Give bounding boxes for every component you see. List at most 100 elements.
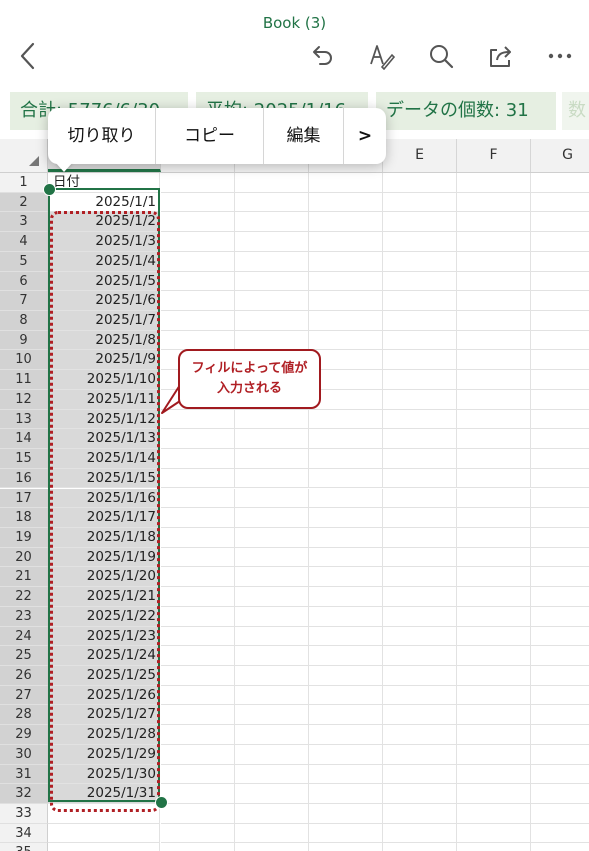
draw-button[interactable] — [366, 40, 398, 72]
empty-cell[interactable] — [235, 192, 309, 213]
empty-cell[interactable] — [383, 744, 457, 765]
column-header-g[interactable]: G — [531, 139, 589, 172]
empty-cell[interactable] — [383, 843, 457, 851]
empty-cell[interactable] — [161, 468, 235, 489]
empty-cell[interactable] — [383, 429, 457, 450]
empty-cell[interactable] — [457, 291, 531, 311]
date-cell[interactable]: 2025/1/16 — [48, 488, 160, 509]
next-chip[interactable]: 数 — [562, 92, 589, 130]
date-cell[interactable]: 2025/1/5 — [48, 271, 160, 292]
empty-cell[interactable] — [309, 606, 383, 627]
empty-cell[interactable] — [309, 527, 383, 548]
spreadsheet-grid[interactable]: E F G 1 日付 2 2025/1/1 3 2025/1/2 4 2025/1/3 5 202… — [0, 139, 589, 851]
empty-cell[interactable] — [383, 547, 457, 568]
row-header[interactable]: 9 — [0, 330, 48, 351]
empty-cell[interactable] — [235, 508, 309, 528]
empty-cell[interactable] — [383, 449, 457, 469]
empty-cell[interactable] — [383, 488, 457, 509]
empty-cell[interactable] — [457, 547, 531, 568]
count-chip[interactable]: データの個数: 31 — [376, 92, 556, 130]
menu-edit[interactable]: 編集 — [264, 108, 344, 164]
empty-cell[interactable] — [161, 271, 235, 292]
empty-cell[interactable] — [235, 784, 309, 804]
empty-cell[interactable] — [457, 606, 531, 627]
empty-cell[interactable] — [309, 685, 383, 706]
date-cell[interactable]: 2025/1/6 — [48, 291, 160, 311]
row-header[interactable]: 33 — [0, 804, 48, 824]
empty-cell[interactable] — [457, 271, 531, 292]
menu-copy[interactable]: コピー — [156, 108, 264, 164]
row-header[interactable]: 27 — [0, 685, 48, 706]
empty-cell[interactable] — [531, 804, 589, 824]
empty-cell[interactable] — [531, 646, 589, 666]
empty-cell[interactable] — [457, 685, 531, 706]
date-cell[interactable]: 2025/1/15 — [48, 468, 160, 489]
empty-cell[interactable] — [161, 764, 235, 785]
empty-cell[interactable] — [235, 685, 309, 706]
empty-cell[interactable] — [161, 606, 235, 627]
empty-cell[interactable] — [309, 232, 383, 252]
empty-cell[interactable] — [235, 843, 309, 851]
empty-cell[interactable] — [383, 212, 457, 233]
empty-cell[interactable] — [161, 547, 235, 568]
empty-cell[interactable] — [531, 212, 589, 233]
date-cell[interactable]: 2025/1/8 — [48, 330, 160, 351]
empty-cell[interactable] — [383, 291, 457, 311]
empty-cell[interactable] — [457, 527, 531, 548]
empty-cell[interactable] — [235, 705, 309, 726]
column-header-e[interactable]: E — [383, 139, 457, 172]
date-cell[interactable]: 2025/1/17 — [48, 508, 160, 528]
column-header-f[interactable]: F — [457, 139, 531, 172]
empty-cell[interactable] — [531, 627, 589, 647]
empty-cell[interactable] — [383, 685, 457, 706]
empty-cell[interactable] — [531, 331, 589, 351]
empty-cell[interactable] — [161, 705, 235, 726]
empty-cell[interactable] — [235, 429, 309, 450]
empty-cell[interactable] — [161, 429, 235, 450]
empty-cell[interactable] — [457, 508, 531, 528]
empty-cell[interactable] — [457, 409, 531, 430]
selection-start-handle[interactable] — [43, 183, 56, 196]
empty-cell[interactable] — [457, 251, 531, 272]
empty-cell[interactable] — [383, 508, 457, 528]
empty-cell[interactable] — [161, 527, 235, 548]
date-cell[interactable]: 2025/1/23 — [48, 626, 160, 647]
empty-cell[interactable] — [457, 587, 531, 607]
empty-cell[interactable] — [235, 764, 309, 785]
date-cell[interactable]: 2025/1/21 — [48, 587, 160, 607]
empty-cell[interactable] — [235, 823, 309, 844]
empty-cell[interactable] — [309, 271, 383, 292]
empty-cell[interactable] — [235, 251, 309, 272]
empty-cell[interactable] — [531, 449, 589, 469]
empty-cell[interactable] — [457, 370, 531, 390]
empty-cell[interactable] — [235, 527, 309, 548]
date-cell[interactable]: 2025/1/24 — [48, 646, 160, 666]
date-cell[interactable]: 2025/1/4 — [48, 251, 160, 272]
empty-cell[interactable] — [383, 764, 457, 785]
empty-cell[interactable] — [457, 725, 531, 745]
empty-cell[interactable] — [161, 508, 235, 528]
empty-cell[interactable] — [161, 626, 235, 647]
empty-cell[interactable] — [383, 705, 457, 726]
empty-cell[interactable] — [309, 626, 383, 647]
row-header[interactable]: 26 — [0, 666, 48, 686]
date-cell[interactable]: 2025/1/27 — [48, 705, 160, 726]
empty-cell[interactable] — [531, 173, 589, 193]
empty-cell[interactable] — [235, 547, 309, 568]
empty-cell[interactable] — [309, 311, 383, 331]
empty-cell[interactable] — [161, 488, 235, 509]
empty-cell[interactable] — [457, 232, 531, 252]
empty-cell[interactable] — [383, 271, 457, 292]
empty-cell[interactable] — [457, 488, 531, 509]
empty-cell[interactable] — [531, 272, 589, 292]
empty-cell[interactable] — [161, 173, 235, 193]
empty-cell[interactable] — [161, 587, 235, 607]
row-header[interactable]: 16 — [0, 468, 48, 489]
empty-cell[interactable] — [531, 765, 589, 785]
empty-cell[interactable] — [383, 173, 457, 193]
empty-cell[interactable] — [235, 804, 309, 824]
row-header[interactable]: 23 — [0, 606, 48, 627]
empty-cell[interactable] — [531, 745, 589, 765]
empty-cell[interactable] — [309, 666, 383, 686]
date-cell[interactable]: 2025/1/18 — [48, 527, 160, 548]
